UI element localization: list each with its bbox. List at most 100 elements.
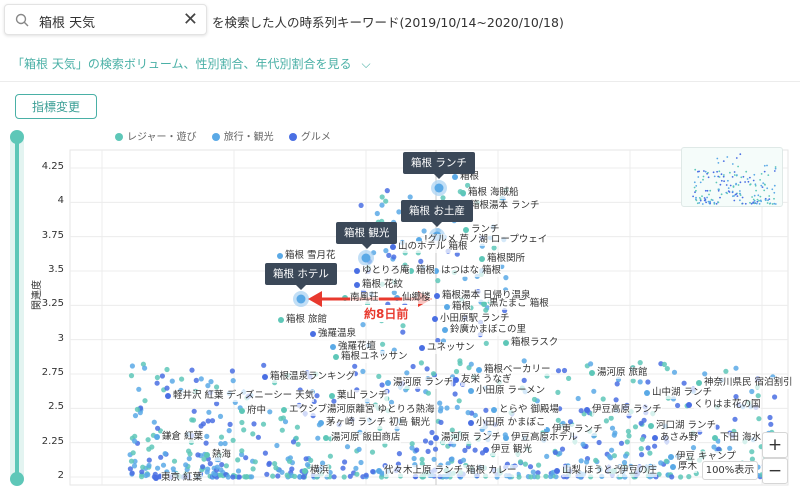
scatter-point — [457, 358, 463, 364]
keyword-label[interactable]: 小田原 かまぼこ — [476, 417, 546, 429]
scatter-point — [284, 472, 290, 478]
keyword-label[interactable]: 代々木上原 ランチ 箱根 カレー — [384, 465, 517, 477]
keyword-label[interactable]: 山中湖 ランチ — [652, 387, 713, 399]
keyword-label[interactable]: 鎌倉 紅葉 — [162, 431, 204, 443]
keyword-callout[interactable]: 箱根 ランチ — [403, 152, 475, 179]
scatter-point — [702, 371, 708, 377]
keyword-label[interactable]: 東京 紅葉 — [161, 472, 203, 484]
keyword-label[interactable]: 神奈川県民 宿泊割引 — [704, 377, 793, 389]
keyword-label[interactable]: 山梨 ほうとう — [562, 465, 623, 477]
keyword-label[interactable]: 湯河原 ランチ — [441, 432, 502, 444]
scatter-point — [465, 410, 471, 416]
keyword-label[interactable]: 府中 — [247, 405, 267, 417]
keyword-label[interactable]: はつはな 箱根 — [441, 265, 502, 277]
keyword-label[interactable]: 伊豆高原ホテル — [511, 432, 578, 444]
keyword-point — [419, 345, 425, 351]
zoom-out-button[interactable]: − — [762, 458, 788, 484]
keyword-point — [277, 253, 283, 259]
zoom-in-button[interactable]: + — [762, 432, 788, 458]
keyword-label[interactable]: 箱根ラスク — [511, 337, 559, 349]
minimap-point — [735, 183, 737, 186]
keyword-label[interactable]: 伊豆 観光 — [491, 444, 533, 456]
scatter-point — [379, 194, 385, 200]
keyword-label[interactable]: 横浜 — [310, 465, 330, 477]
minimap-point — [709, 202, 712, 204]
minimap-point — [768, 198, 771, 200]
scatter-point — [456, 398, 462, 404]
keyword-label[interactable]: 厚木 — [678, 461, 698, 473]
scatter-point — [603, 418, 610, 424]
scatter-point — [435, 278, 441, 284]
keyword-label[interactable]: 箱根 雪月花 — [285, 250, 336, 262]
keyword-label[interactable]: 茅ヶ崎 ランチ 初島 観光 — [326, 417, 431, 429]
scatter-point — [303, 456, 309, 462]
minimap[interactable] — [681, 147, 783, 207]
minimap-point — [735, 193, 738, 195]
keyword-label[interactable]: 伊豆の庄 — [619, 465, 658, 477]
scatter-point — [149, 444, 155, 450]
keyword-label[interactable]: 箱根温泉ランキング — [270, 371, 356, 383]
minimap-point — [709, 189, 712, 192]
keyword-label[interactable]: 鈴廣かまぼこの里 — [450, 324, 527, 336]
keyword-point — [434, 293, 440, 299]
keyword-label[interactable]: 箱根 海賊船 — [468, 187, 519, 199]
keyword-label[interactable]: 湯河原 旅館 — [597, 367, 648, 379]
keyword-label[interactable]: 箱根関所 — [487, 253, 526, 265]
scatter-point — [530, 469, 536, 475]
keyword-label[interactable]: エクシブ湯河原離宮 ゆとりろ熱海 — [289, 404, 435, 416]
scatter-point — [618, 440, 625, 446]
keyword-label[interactable]: あさみ野 — [660, 432, 699, 444]
keyword-callout[interactable]: 箱根 ホテル — [265, 263, 337, 290]
keyword-label[interactable]: くりはま花の国 — [694, 399, 761, 411]
keyword-point — [442, 327, 448, 333]
keyword-label[interactable]: 箱根 — [452, 301, 472, 313]
scatter-point — [552, 449, 559, 456]
minimap-point — [753, 194, 756, 197]
keyword-label[interactable]: 湯河原 ランチ — [393, 377, 454, 389]
keyword-label[interactable]: 黒たまご 箱根 — [489, 298, 549, 310]
keyword-label[interactable]: 葉山 ランチ — [337, 390, 388, 402]
keyword-label[interactable]: 山のホテル 箱根 — [398, 241, 468, 253]
minimap-point — [736, 174, 738, 176]
keyword-label[interactable]: 箱根ユネッサン — [341, 351, 408, 363]
keyword-label[interactable]: 湯河原 飯田商店 — [331, 432, 401, 444]
scatter-point — [267, 409, 273, 415]
scatter-point — [652, 443, 658, 449]
scatter-point — [250, 466, 256, 472]
keyword-label[interactable]: 熱海 — [212, 449, 232, 461]
scatter-point — [609, 425, 616, 431]
keyword-callout[interactable]: 箱根 観光 — [336, 222, 398, 249]
keyword-callout[interactable]: 箱根 お土産 — [401, 200, 473, 227]
keyword-label[interactable]: とらや 御殿場 — [499, 404, 560, 416]
minimap-point — [736, 195, 739, 197]
scatter-point — [140, 464, 146, 470]
scatter-point — [270, 473, 276, 479]
keyword-point — [318, 420, 324, 426]
keyword-label[interactable]: 小田原 ラーメン — [476, 385, 546, 397]
scatter-point — [645, 445, 651, 451]
scatter-point — [340, 465, 346, 471]
scatter-point — [580, 441, 586, 447]
scatter-point — [503, 275, 509, 281]
minimap-point — [715, 181, 718, 184]
scatter-point — [217, 472, 223, 478]
minimap-point — [766, 164, 768, 167]
keyword-label[interactable]: 仙郷楼 — [402, 292, 431, 304]
scatter-point — [225, 474, 231, 480]
keyword-label[interactable]: 強羅温泉 — [318, 328, 357, 340]
keyword-label[interactable]: ゆとりろ庵 — [362, 265, 410, 277]
keyword-label[interactable]: 伊豆高原 ランチ — [592, 404, 662, 416]
keyword-label[interactable]: 箱根 旅館 — [286, 314, 328, 326]
keyword-label[interactable]: 軽井沢 紅葉 ディズニーシー 天気 — [173, 390, 315, 402]
keyword-label[interactable]: 箱根 — [416, 265, 436, 277]
scatter-point — [186, 456, 192, 462]
keyword-label[interactable]: 箱根 花紋 — [362, 279, 404, 291]
keyword-label[interactable]: ユネッサン — [427, 342, 475, 354]
keyword-label[interactable]: 下田 海水 — [720, 432, 762, 444]
keyword-label[interactable]: 箱根湯本 ランチ — [470, 200, 540, 212]
keyword-label[interactable]: 南風荘 — [350, 292, 379, 304]
keyword-point — [444, 304, 450, 310]
scatter-point — [130, 450, 136, 456]
keyword-label[interactable]: 河口湖 ランチ — [656, 420, 717, 432]
minimap-point — [727, 179, 729, 182]
